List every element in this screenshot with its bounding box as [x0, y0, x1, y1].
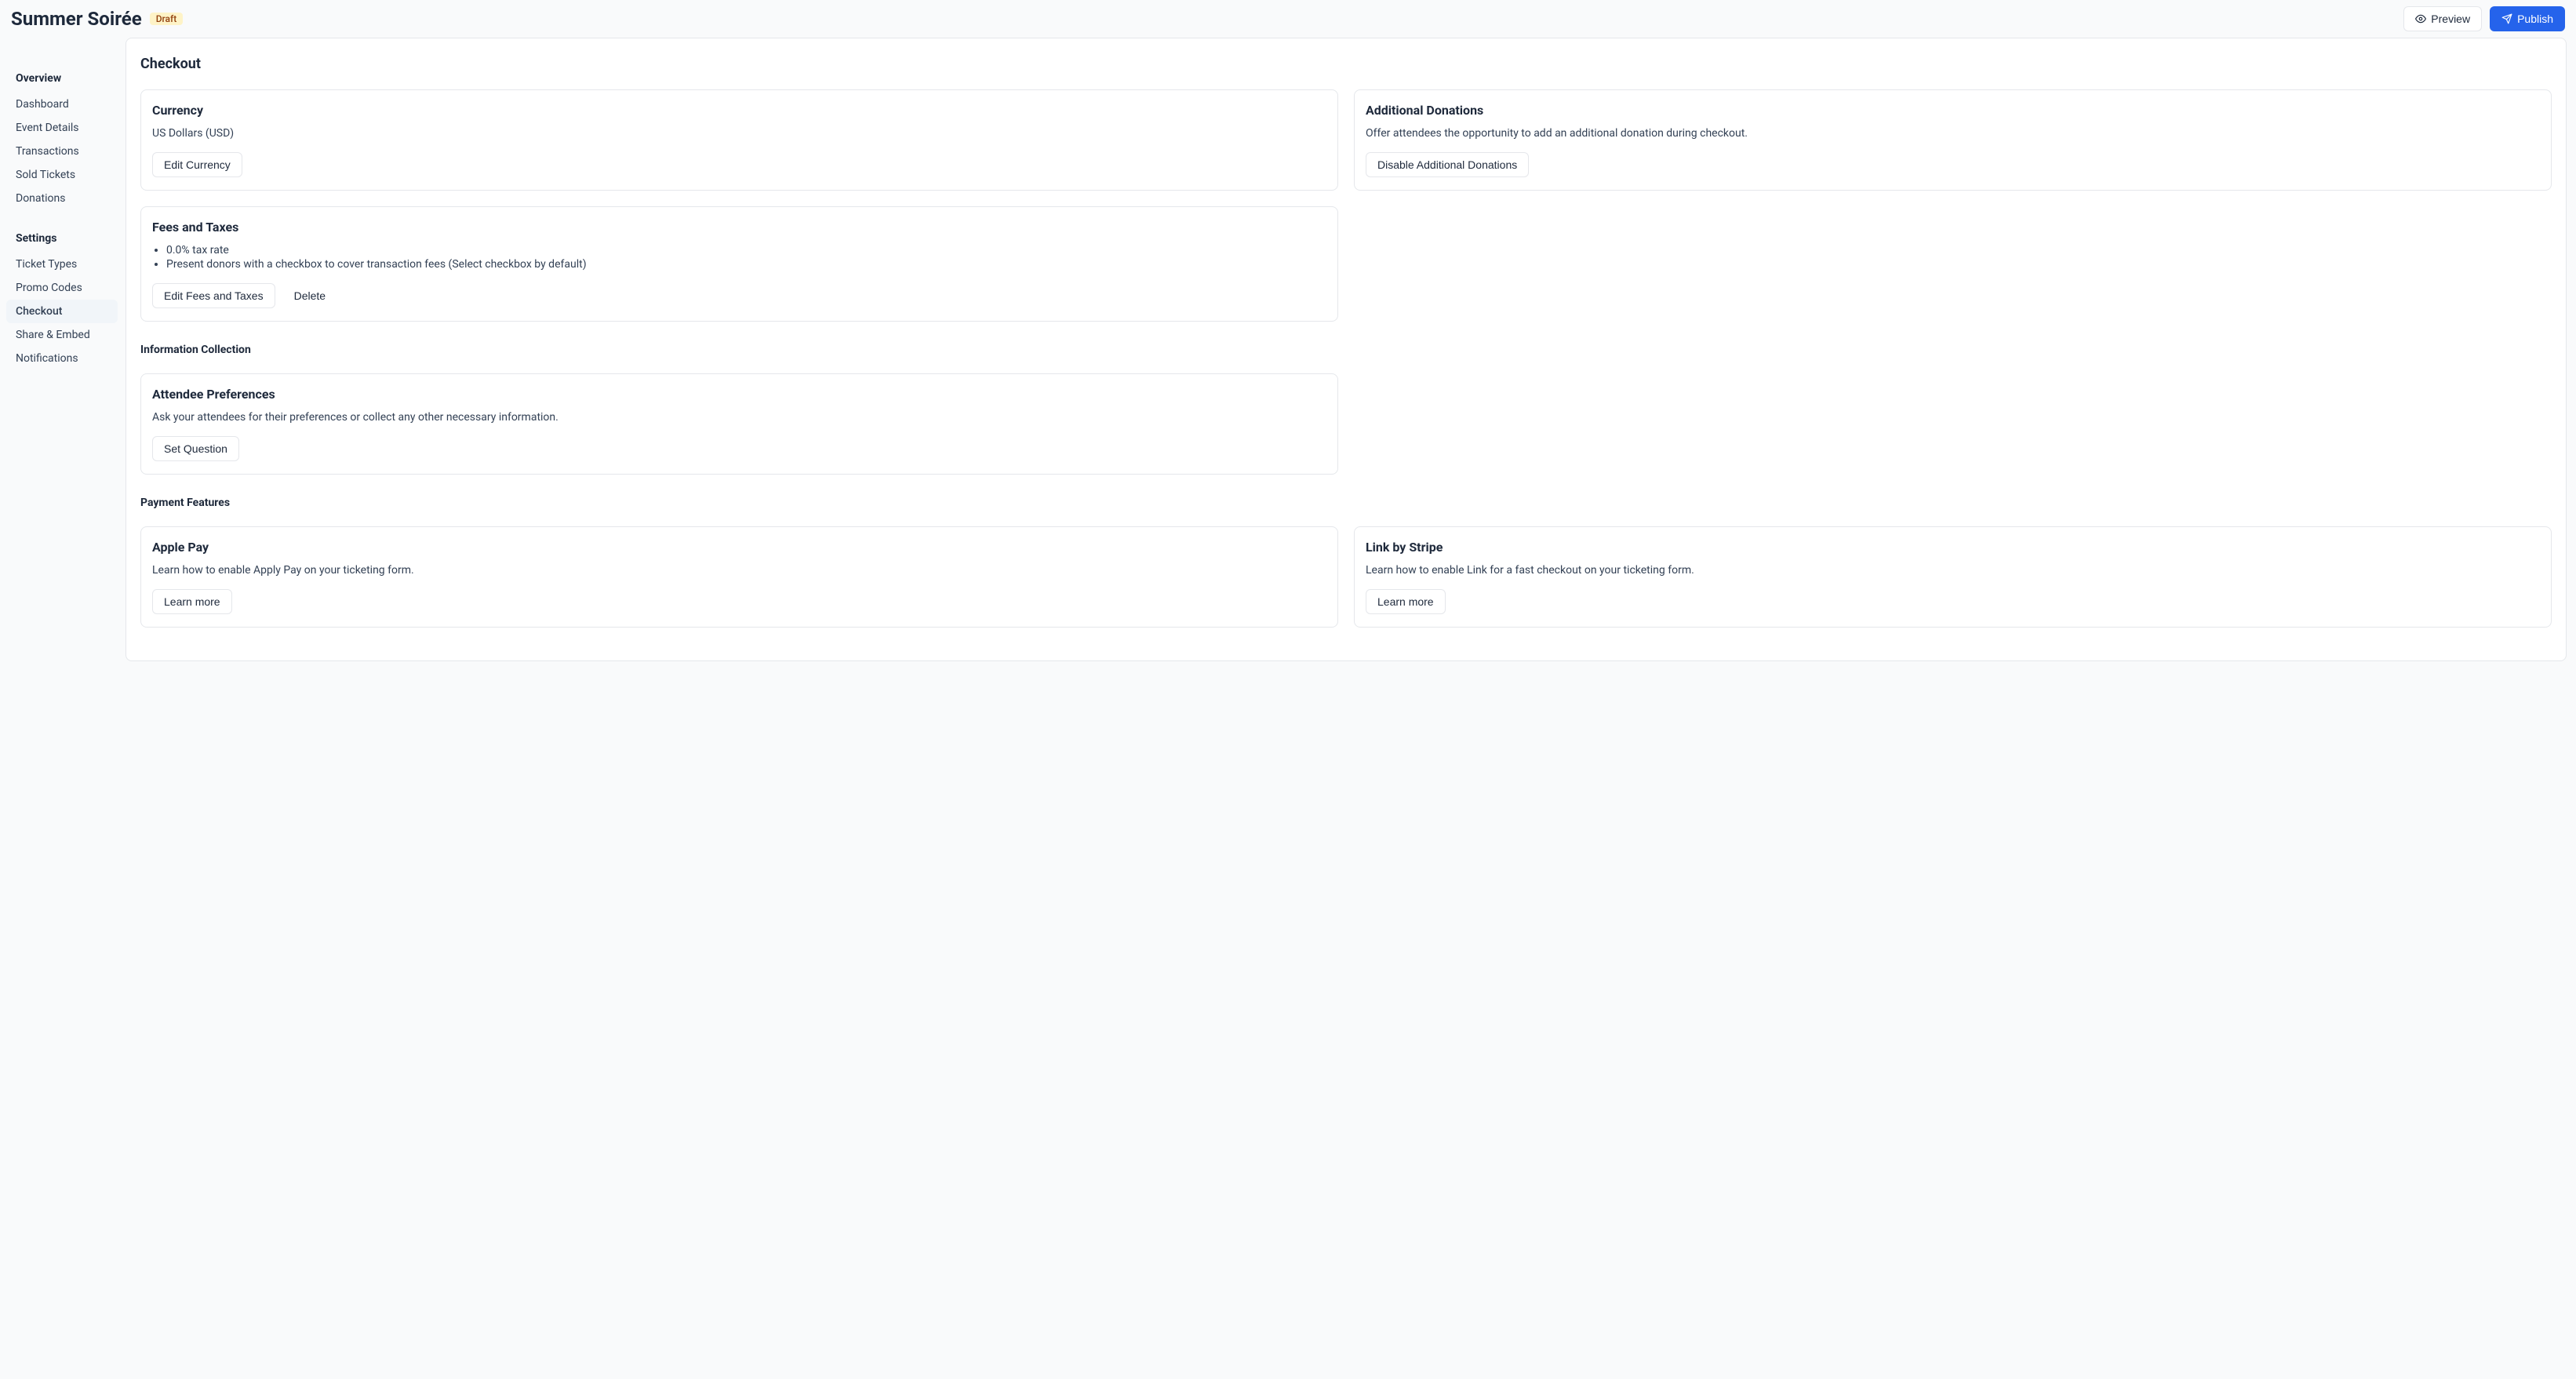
link-stripe-learn-button[interactable]: Learn more — [1366, 589, 1446, 614]
donations-title: Additional Donations — [1366, 103, 2540, 118]
payment-grid: Apple Pay Learn how to enable Apply Pay … — [140, 526, 2552, 643]
sidebar-item-notifications[interactable]: Notifications — [6, 347, 118, 370]
link-stripe-title: Link by Stripe — [1366, 540, 2540, 555]
eye-icon — [2415, 13, 2426, 24]
apple-pay-title: Apple Pay — [152, 540, 1326, 555]
attendee-prefs-title: Attendee Preferences — [152, 387, 1326, 402]
fees-title: Fees and Taxes — [152, 220, 1326, 235]
apple-pay-learn-button[interactable]: Learn more — [152, 589, 232, 614]
sidebar-section-overview: Overview Dashboard Event Details Transac… — [6, 67, 118, 210]
fees-actions: Edit Fees and Taxes Delete — [152, 283, 1326, 308]
header-left: Summer Soirée Draft — [11, 8, 183, 30]
sidebar: Overview Dashboard Event Details Transac… — [0, 38, 118, 661]
attendee-prefs-card: Attendee Preferences Ask your attendees … — [140, 373, 1338, 475]
header-right: Preview Publish — [2403, 6, 2565, 31]
col-right: Additional Donations Offer attendees the… — [1354, 89, 2552, 337]
sidebar-item-share-embed[interactable]: Share & Embed — [6, 323, 118, 347]
sidebar-item-donations[interactable]: Donations — [6, 187, 118, 210]
sidebar-item-sold-tickets[interactable]: Sold Tickets — [6, 163, 118, 187]
sidebar-heading-settings: Settings — [6, 227, 118, 249]
sidebar-item-promo-codes[interactable]: Promo Codes — [6, 276, 118, 300]
preview-label: Preview — [2431, 13, 2470, 25]
status-badge: Draft — [150, 13, 184, 25]
apple-pay-text: Learn how to enable Apply Pay on your ti… — [152, 564, 1326, 577]
preview-button[interactable]: Preview — [2403, 6, 2482, 31]
payment-features-heading: Payment Features — [140, 497, 2552, 509]
currency-card: Currency US Dollars (USD) Edit Currency — [140, 89, 1338, 191]
disable-donations-button[interactable]: Disable Additional Donations — [1366, 152, 1529, 177]
link-stripe-card: Link by Stripe Learn how to enable Link … — [1354, 526, 2552, 628]
fees-list: 0.0% tax rate Present donors with a chec… — [152, 244, 1326, 271]
fees-bullet-checkbox: Present donors with a checkbox to cover … — [166, 258, 1326, 271]
currency-title: Currency — [152, 103, 1326, 118]
page-title: Checkout — [140, 56, 2552, 72]
send-icon — [2501, 13, 2512, 24]
fees-bullet-tax: 0.0% tax rate — [166, 244, 1326, 257]
fees-card: Fees and Taxes 0.0% tax rate Present don… — [140, 206, 1338, 322]
attendee-prefs-actions: Set Question — [152, 436, 1326, 461]
edit-fees-button[interactable]: Edit Fees and Taxes — [152, 283, 275, 308]
apple-pay-card: Apple Pay Learn how to enable Apply Pay … — [140, 526, 1338, 628]
sidebar-item-dashboard[interactable]: Dashboard — [6, 93, 118, 116]
main-content: Checkout Currency US Dollars (USD) Edit … — [126, 38, 2567, 661]
info-grid: Attendee Preferences Ask your attendees … — [140, 373, 2552, 490]
link-stripe-text: Learn how to enable Link for a fast chec… — [1366, 564, 2540, 577]
edit-currency-button[interactable]: Edit Currency — [152, 152, 242, 177]
currency-actions: Edit Currency — [152, 152, 1326, 177]
link-stripe-actions: Learn more — [1366, 589, 2540, 614]
layout: Overview Dashboard Event Details Transac… — [0, 38, 2576, 671]
header: Summer Soirée Draft Preview Publish — [0, 0, 2576, 38]
sidebar-heading-overview: Overview — [6, 67, 118, 89]
sidebar-item-transactions[interactable]: Transactions — [6, 140, 118, 163]
donations-actions: Disable Additional Donations — [1366, 152, 2540, 177]
donations-card: Additional Donations Offer attendees the… — [1354, 89, 2552, 191]
sidebar-item-event-details[interactable]: Event Details — [6, 116, 118, 140]
col-left: Currency US Dollars (USD) Edit Currency … — [140, 89, 1338, 337]
info-collection-heading: Information Collection — [140, 344, 2552, 356]
apple-pay-actions: Learn more — [152, 589, 1326, 614]
currency-value: US Dollars (USD) — [152, 127, 1326, 140]
publish-label: Publish — [2517, 13, 2553, 25]
delete-fees-button[interactable]: Delete — [285, 284, 335, 307]
publish-button[interactable]: Publish — [2490, 6, 2565, 31]
event-title: Summer Soirée — [11, 8, 142, 30]
sidebar-item-checkout[interactable]: Checkout — [6, 300, 118, 323]
donations-text: Offer attendees the opportunity to add a… — [1366, 127, 2540, 140]
sidebar-section-settings: Settings Ticket Types Promo Codes Checko… — [6, 227, 118, 370]
sidebar-item-ticket-types[interactable]: Ticket Types — [6, 253, 118, 276]
attendee-prefs-text: Ask your attendees for their preferences… — [152, 411, 1326, 424]
top-grid: Currency US Dollars (USD) Edit Currency … — [140, 89, 2552, 337]
set-question-button[interactable]: Set Question — [152, 436, 239, 461]
